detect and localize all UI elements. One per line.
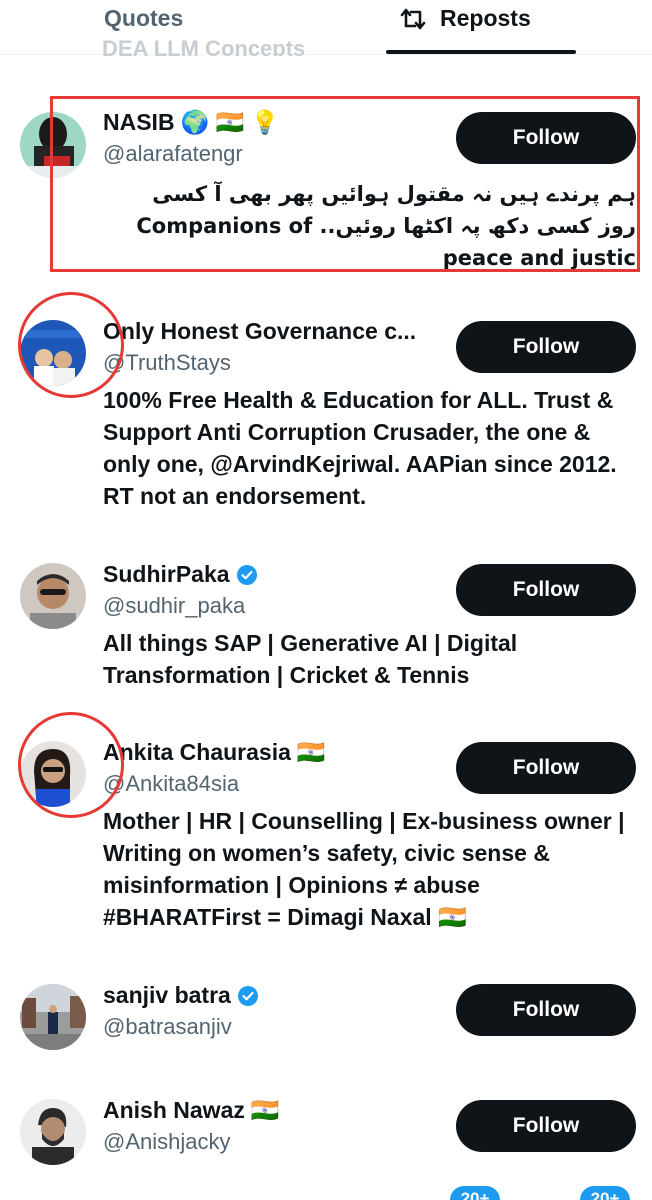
user-bio: Mother | HR | Counselling | Ex-business … bbox=[103, 808, 625, 930]
user-name[interactable]: Ankita Chaurasia 🇮🇳 bbox=[103, 739, 326, 766]
tab-reposts[interactable]: Reposts bbox=[386, 0, 576, 54]
user-name[interactable]: Anish Nawaz 🇮🇳 bbox=[103, 1097, 280, 1124]
active-tab-indicator bbox=[386, 50, 576, 54]
highlight-circle bbox=[18, 712, 124, 818]
tab-bar: Quotes Reposts bbox=[0, 0, 652, 55]
verified-badge-icon bbox=[236, 564, 257, 585]
avatar[interactable] bbox=[20, 1099, 86, 1165]
user-name[interactable]: Only Honest Governance c... bbox=[103, 318, 416, 345]
follow-button[interactable]: Follow bbox=[456, 564, 636, 616]
avatar-image bbox=[20, 1099, 86, 1165]
avatar[interactable] bbox=[20, 984, 86, 1050]
notification-badge: 20+ bbox=[450, 1186, 500, 1200]
emoji-suffix: 🇮🇳 bbox=[250, 1097, 280, 1123]
follow-button[interactable]: Follow bbox=[456, 742, 636, 794]
notification-badge: 20+ bbox=[580, 1186, 630, 1200]
user-name[interactable]: sanjiv batra bbox=[103, 982, 259, 1009]
user-handle[interactable]: @sudhir_paka bbox=[103, 593, 245, 619]
user-bio: 100% Free Health & Education for ALL. Tr… bbox=[103, 387, 617, 509]
user-bio: All things SAP | Generative AI | Digital… bbox=[103, 630, 518, 688]
avatar-image bbox=[20, 563, 86, 629]
follow-button[interactable]: Follow bbox=[456, 1100, 636, 1152]
user-name[interactable]: SudhirPaka bbox=[103, 561, 258, 588]
user-handle[interactable]: @Ankita84sia bbox=[103, 771, 239, 797]
verified-badge-icon bbox=[237, 985, 258, 1006]
highlight-box bbox=[50, 96, 640, 272]
user-handle[interactable]: @batrasanjiv bbox=[103, 1014, 232, 1040]
emoji-suffix: 🇮🇳 bbox=[296, 739, 326, 765]
user-handle[interactable]: @Anishjacky bbox=[103, 1129, 231, 1155]
highlight-circle bbox=[18, 292, 124, 398]
follow-button[interactable]: Follow bbox=[456, 984, 636, 1036]
bottom-navigation: 20+ 20+ bbox=[0, 1180, 652, 1200]
truncated-text: DEA LLM Concepts bbox=[102, 36, 306, 56]
repost-icon bbox=[400, 8, 426, 30]
avatar[interactable] bbox=[20, 563, 86, 629]
tab-quotes-label: Quotes bbox=[104, 5, 184, 31]
tab-reposts-label: Reposts bbox=[440, 5, 531, 31]
avatar-image bbox=[20, 984, 86, 1050]
follow-button[interactable]: Follow bbox=[456, 321, 636, 373]
